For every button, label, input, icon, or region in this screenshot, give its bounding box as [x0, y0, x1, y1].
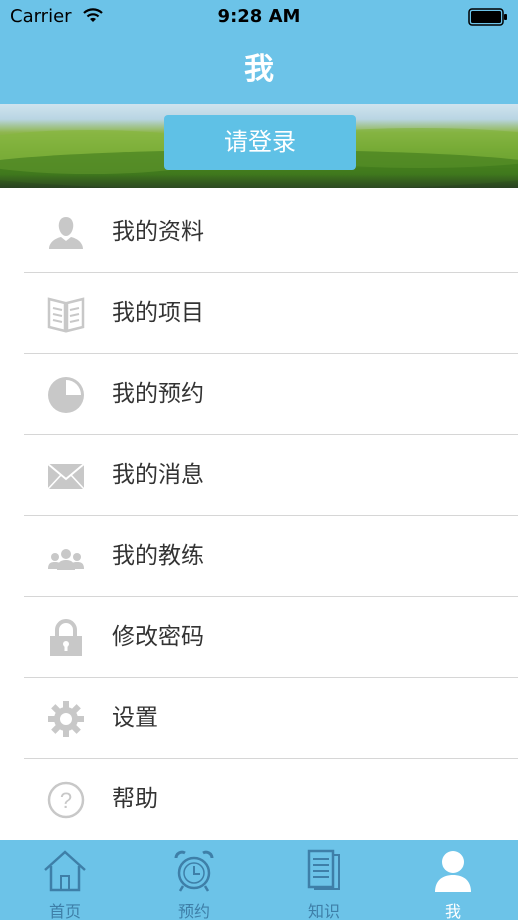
menu-item-change-password[interactable]: 修改密码: [0, 597, 518, 678]
menu-item-label: 我的教练: [112, 543, 204, 569]
tab-label: 知识: [307, 902, 340, 920]
status-time: 9:28 AM: [217, 6, 301, 27]
menu-item-my-profile[interactable]: 我的资料: [0, 192, 518, 273]
tab-knowledge[interactable]: 知识: [259, 840, 389, 920]
tab-appointments[interactable]: 预约: [129, 840, 259, 920]
tab-home[interactable]: 首页: [0, 840, 130, 920]
menu-item-settings[interactable]: 设置: [0, 678, 518, 759]
banner-shade: [0, 174, 518, 188]
menu-item-label: 设置: [112, 705, 158, 731]
home-icon: [42, 848, 88, 894]
status-bar: Carrier 9:28 AM: [0, 0, 518, 34]
tab-label: 预约: [177, 902, 210, 920]
tab-me[interactable]: 我: [388, 840, 518, 920]
tab-label: 首页: [48, 902, 81, 920]
group-icon: [46, 537, 86, 577]
navigation-bar: Carrier 9:28 AM 我: [0, 0, 518, 104]
tab-label: 我: [444, 902, 461, 920]
menu-item-help[interactable]: ? 帮助: [0, 759, 518, 840]
lock-icon: [46, 618, 86, 658]
page-title: 我: [244, 52, 274, 87]
pie-clock-icon: [46, 375, 86, 415]
login-button[interactable]: 请登录: [164, 115, 356, 170]
document-icon: [301, 848, 347, 894]
alarm-clock-icon: [171, 848, 217, 894]
menu-item-label: 我的预约: [112, 381, 204, 407]
menu-item-label: 修改密码: [112, 624, 204, 650]
menu-item-my-projects[interactable]: 我的项目: [0, 273, 518, 354]
envelope-icon: [46, 456, 86, 496]
menu-item-label: 我的项目: [112, 300, 204, 326]
tab-bar: 首页 预约 知识 我: [0, 840, 518, 920]
help-circle-icon: ?: [46, 780, 86, 820]
gear-icon: [46, 699, 86, 739]
menu-item-my-coaches[interactable]: 我的教练: [0, 516, 518, 597]
svg-text:?: ?: [60, 788, 72, 813]
battery-icon: [468, 8, 508, 31]
menu-item-label: 帮助: [112, 786, 158, 812]
person-icon: [46, 213, 86, 253]
book-icon: [46, 294, 86, 334]
profile-icon: [430, 848, 476, 894]
menu-item-label: 我的资料: [112, 219, 204, 245]
menu-item-my-messages[interactable]: 我的消息: [0, 435, 518, 516]
menu-item-label: 我的消息: [112, 462, 204, 488]
menu-item-my-appointments[interactable]: 我的预约: [0, 354, 518, 435]
